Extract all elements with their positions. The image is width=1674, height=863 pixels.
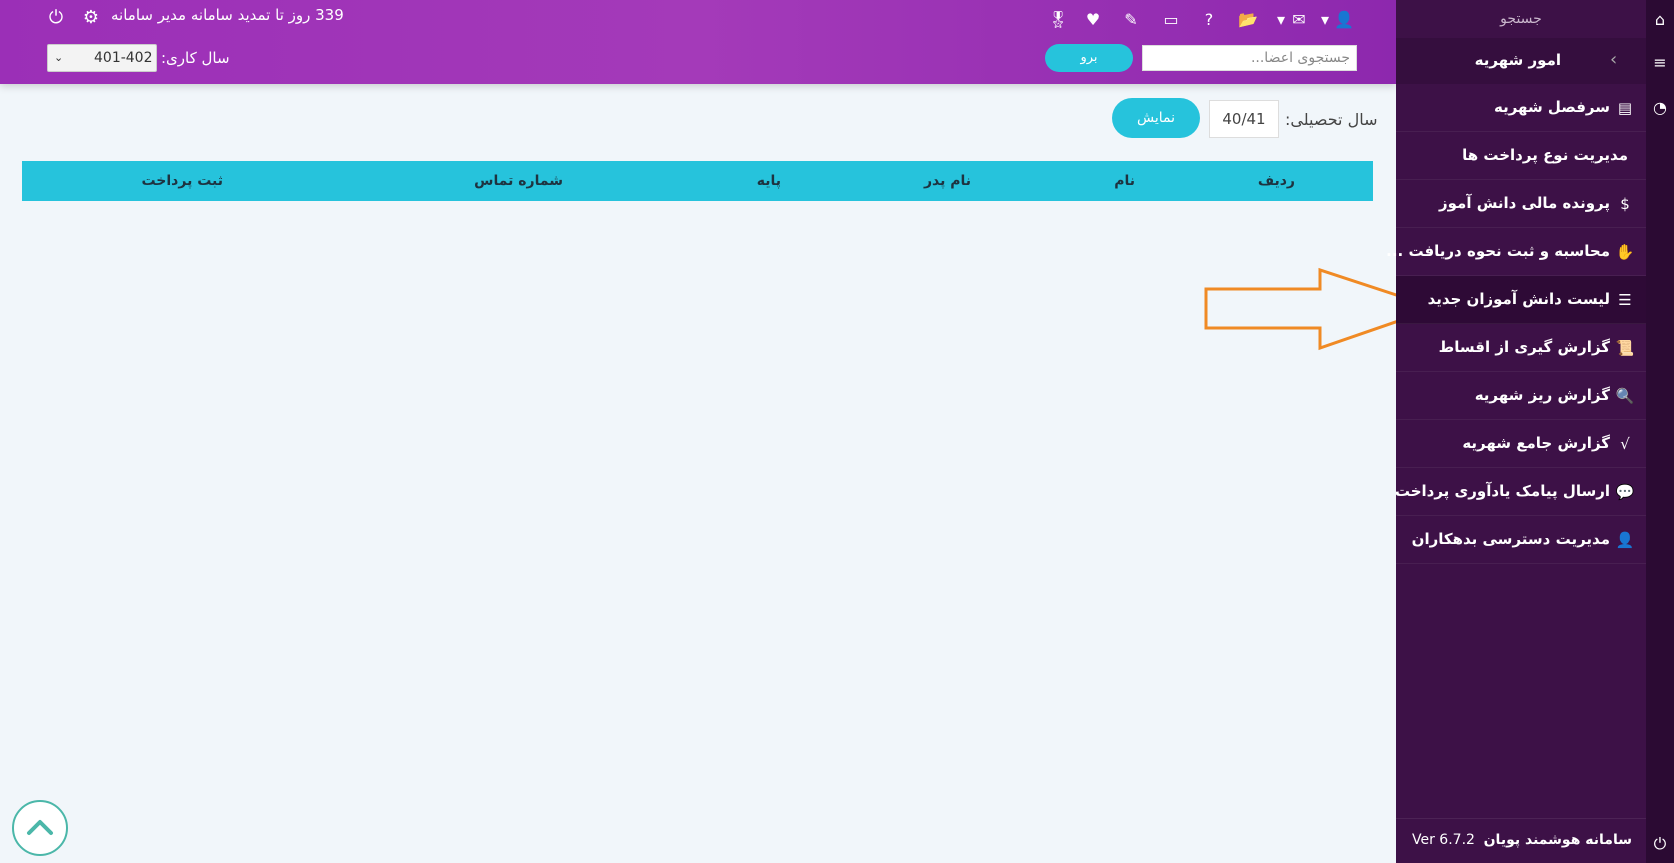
sidebar-item-label: سرفصل شهریه	[1493, 98, 1610, 116]
academic-year-label: سال تحصیلی:	[1285, 110, 1378, 129]
window-icon[interactable]: ▭	[1160, 10, 1182, 30]
column-header-grade[interactable]: پایه	[757, 161, 781, 201]
menu-icon[interactable]: ≡	[1650, 53, 1670, 73]
show-button[interactable]: نمایش	[1112, 98, 1200, 138]
heartbeat-icon[interactable]: ♥	[1082, 10, 1104, 30]
envelope-icon[interactable]: ✉	[1288, 10, 1310, 30]
hand-holding-usd-icon: ✋	[1615, 243, 1635, 261]
question-icon[interactable]: ?	[1198, 10, 1220, 30]
edit-icon[interactable]: ✎	[1120, 10, 1142, 30]
column-header-phone[interactable]: شماره تماس	[474, 161, 563, 201]
user-lock-icon: 👤	[1615, 531, 1635, 549]
sidebar-item-label: مدیریت دسترسی بدهکاران	[1411, 530, 1610, 548]
sidebar-section-title: امور شهریه	[1474, 51, 1561, 69]
square-root-icon: √	[1620, 435, 1630, 453]
home-icon[interactable]: ⌂	[1650, 10, 1670, 30]
column-header-name[interactable]: نام	[1114, 161, 1135, 201]
comment-dollar-icon: 💬	[1615, 483, 1635, 501]
sidebar-item-payment-reminder-sms[interactable]: 💬 ارسال پیامک یادآوری پرداخت	[1394, 468, 1646, 516]
working-year-value: 401-402	[94, 50, 153, 66]
sidebar-item-student-financial-file[interactable]: $ پرونده مالی دانش آموز	[1396, 180, 1646, 228]
sidebar-item-installments-report[interactable]: 📜 گزارش گیری از اقساط	[1396, 324, 1646, 372]
scroll-icon: 📜	[1615, 339, 1635, 357]
dashboard-gauge-icon[interactable]: ◔	[1650, 98, 1670, 118]
sidebar-item-tuition-headings[interactable]: ▤ سرفصل شهریه	[1396, 84, 1646, 132]
user-lock-icon[interactable]: 👤	[1333, 10, 1355, 30]
sidebar-item-tuition-detail-report[interactable]: 🔍 گزارش ریز شهریه	[1396, 372, 1646, 420]
go-button[interactable]: برو	[1045, 44, 1133, 72]
member-search-input[interactable]	[1142, 45, 1357, 71]
folder-open-icon[interactable]: 📂	[1237, 10, 1259, 30]
table-list-icon: ☰	[1618, 291, 1632, 309]
working-year-label: سال کاری:	[161, 49, 230, 67]
app-version: Ver 6.7.2	[1412, 832, 1475, 848]
icon-rail: ⌂ ≡ ◔ ⏻	[1646, 0, 1674, 863]
sidebar: جستجو ‹ امور شهریه ▤ سرفصل شهریه مدیریت …	[1386, 0, 1646, 863]
money-check-icon: ▤	[1617, 99, 1633, 117]
medal-icon[interactable]: 🎖	[1047, 10, 1069, 30]
sidebar-item-label: محاسبه و ثبت نحوه دریافت ...	[1386, 242, 1610, 260]
top-header: ⏻ ⚙ 339 روز تا تمدید سامانه مدیر سامانه …	[0, 0, 1396, 84]
search-dollar-icon: 🔍	[1615, 387, 1635, 405]
dollar-icon: $	[1620, 195, 1630, 213]
sidebar-item-label: مدیریت نوع پرداخت ها	[1462, 146, 1628, 164]
working-year-select[interactable]: ⌄ 401-402	[47, 44, 157, 72]
chevron-down-icon: ⌄	[54, 51, 64, 64]
header-top-row: ⏻ ⚙ 339 روز تا تمدید سامانه مدیر سامانه …	[0, 4, 1396, 32]
sidebar-item-label: پرونده مالی دانش آموز	[1439, 194, 1610, 212]
sidebar-item-label: لیست دانش آموزان جدید	[1427, 290, 1610, 308]
scroll-to-top-button[interactable]	[12, 800, 68, 856]
sidebar-footer: Ver 6.7.2 سامانه هوشمند پویان	[1396, 818, 1646, 863]
sidebar-item-comprehensive-report[interactable]: √ گزارش جامع شهریه	[1396, 420, 1646, 468]
chevron-left-icon: ‹	[1610, 49, 1618, 70]
gears-icon[interactable]: ⚙	[79, 8, 103, 28]
students-table-header: ردیف نام نام پدر پایه شماره تماس ثبت پرد…	[22, 161, 1373, 201]
power-icon[interactable]: ⏻	[46, 8, 66, 28]
sidebar-item-payment-types[interactable]: مدیریت نوع پرداخت ها	[1396, 132, 1646, 180]
sidebar-item-calculate-payment[interactable]: ✋ محاسبه و ثبت نحوه دریافت ...	[1386, 228, 1646, 276]
academic-year-input[interactable]: 40/41	[1209, 100, 1279, 138]
license-expiry-text: 339 روز تا تمدید سامانه مدیر سامانه	[111, 6, 344, 24]
column-header-row-number[interactable]: ردیف	[1258, 161, 1295, 201]
sidebar-item-new-students-list[interactable]: ☰ لیست دانش آموزان جدید	[1396, 276, 1646, 324]
logout-power-icon[interactable]: ⏻	[1650, 834, 1670, 854]
sidebar-section-tuition[interactable]: ‹ امور شهریه	[1396, 38, 1646, 84]
sidebar-item-debtors-access[interactable]: 👤 مدیریت دسترسی بدهکاران	[1396, 516, 1646, 564]
sidebar-item-label: گزارش ریز شهریه	[1474, 386, 1610, 404]
sidebar-item-label: گزارش گیری از اقساط	[1438, 338, 1610, 356]
sidebar-search[interactable]: جستجو	[1396, 0, 1646, 38]
chevron-up-icon	[27, 820, 53, 835]
column-header-payment[interactable]: ثبت پرداخت	[141, 161, 223, 201]
app-name: سامانه هوشمند پویان	[1483, 832, 1632, 848]
header-bottom-row: ⌄ 401-402 سال کاری: برو	[0, 42, 1396, 74]
column-header-father-name[interactable]: نام پدر	[924, 161, 971, 201]
sidebar-item-label: گزارش جامع شهریه	[1462, 434, 1610, 452]
sidebar-item-label: ارسال پیامک یادآوری پرداخت	[1394, 482, 1610, 500]
